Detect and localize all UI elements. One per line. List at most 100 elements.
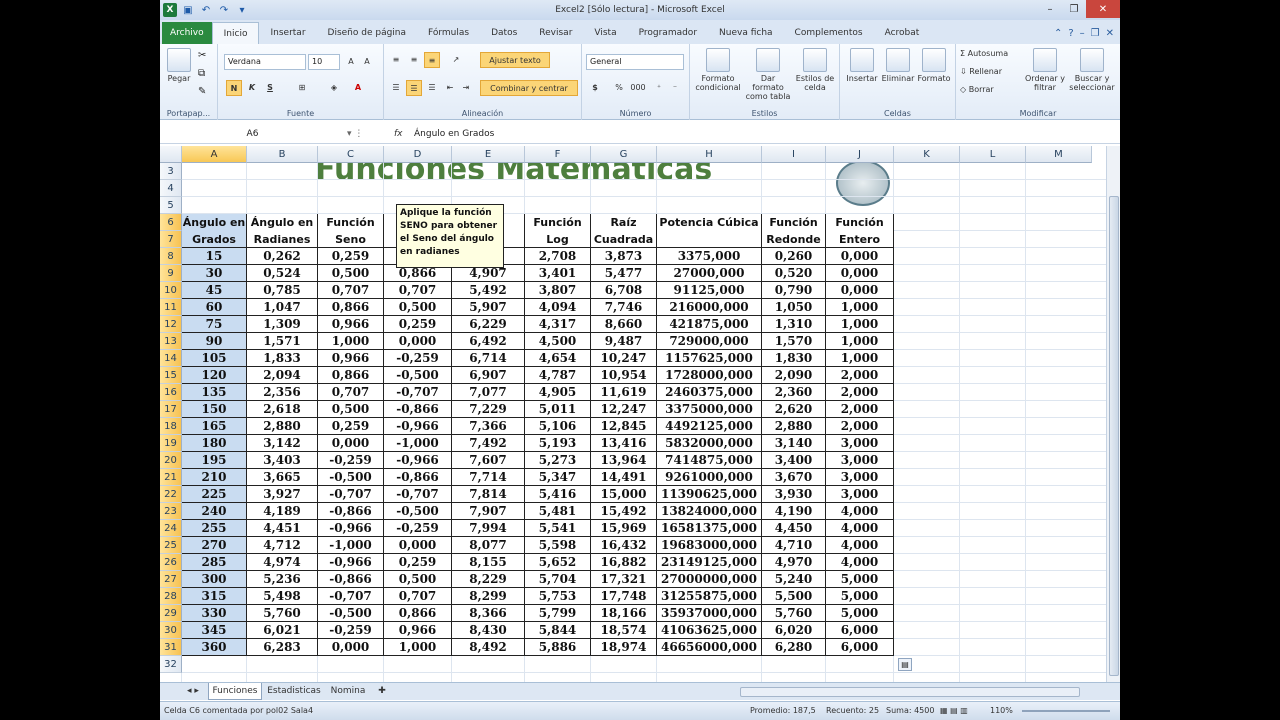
autosum-button[interactable]: Σ Autosuma	[960, 46, 1022, 62]
number-format-select[interactable]: General	[586, 54, 684, 70]
table-cell[interactable]: 1,000	[826, 333, 894, 350]
row-header[interactable]: 18	[160, 418, 182, 435]
table-cell[interactable]: 0,500	[318, 401, 384, 418]
table-cell[interactable]: 4,190	[762, 503, 826, 520]
table-cell[interactable]: 5,193	[525, 435, 591, 452]
align-middle-icon[interactable]: ≡	[406, 52, 422, 68]
table-cell[interactable]: 4,450	[762, 520, 826, 537]
column-header-a[interactable]: A	[182, 146, 247, 163]
table-cell[interactable]: 0,000	[318, 435, 384, 452]
table-cell[interactable]: 4,905	[525, 384, 591, 401]
table-cell[interactable]: 3,927	[247, 486, 318, 503]
row-header[interactable]: 29	[160, 605, 182, 622]
table-cell[interactable]: 13,416	[591, 435, 657, 452]
help-icon[interactable]: ?	[1068, 28, 1073, 39]
restore-icon[interactable]: ❐	[1062, 0, 1086, 18]
table-cell[interactable]: 2,620	[762, 401, 826, 418]
save-icon[interactable]: ▣	[181, 3, 195, 17]
table-cell[interactable]: 0,866	[318, 367, 384, 384]
table-cell[interactable]: 5,907	[452, 299, 525, 316]
table-cell[interactable]: 0,259	[318, 248, 384, 265]
table-cell[interactable]: 4,000	[826, 537, 894, 554]
table-cell[interactable]: -0,259	[318, 452, 384, 469]
table-cell[interactable]: 210	[182, 469, 247, 486]
table-cell[interactable]: 5,236	[247, 571, 318, 588]
table-cell[interactable]: 6,283	[247, 639, 318, 656]
table-cell[interactable]: 2,000	[826, 367, 894, 384]
tab-formulas[interactable]: Fórmulas	[417, 22, 480, 44]
table-cell[interactable]: 0,520	[762, 265, 826, 282]
select-all-corner[interactable]	[160, 146, 182, 163]
tab-insertar[interactable]: Insertar	[259, 22, 316, 44]
name-box[interactable]: A6	[160, 126, 345, 142]
row-header[interactable]: 15	[160, 367, 182, 384]
table-cell[interactable]: -0,966	[318, 520, 384, 537]
undo-icon[interactable]: ↶	[199, 3, 213, 17]
font-size-select[interactable]: 10	[308, 54, 340, 70]
window-minimize-icon[interactable]: –	[1080, 28, 1085, 39]
table-cell[interactable]: 6,492	[452, 333, 525, 350]
table-header-cell[interactable]: Función Redonde	[762, 214, 826, 248]
cut-icon[interactable]: ✂	[198, 50, 206, 61]
table-cell[interactable]: 7,994	[452, 520, 525, 537]
table-cell[interactable]: 3375,000	[657, 248, 762, 265]
cell-styles-button[interactable]: Estilos de celda	[794, 48, 836, 92]
table-cell[interactable]: 1,571	[247, 333, 318, 350]
table-cell[interactable]: 216000,000	[657, 299, 762, 316]
format-cells-button[interactable]: Formato	[916, 48, 952, 83]
tab-acrobat[interactable]: Acrobat	[874, 22, 931, 44]
borders-icon[interactable]: ⊞	[292, 80, 312, 96]
table-cell[interactable]: 3,873	[591, 248, 657, 265]
increase-indent-icon[interactable]: ⇥	[458, 80, 474, 96]
table-cell[interactable]: 0,707	[384, 588, 452, 605]
table-header-cell[interactable]: Función Seno	[318, 214, 384, 248]
table-cell[interactable]: 7,229	[452, 401, 525, 418]
table-cell[interactable]: -0,966	[384, 418, 452, 435]
thousands-button[interactable]: 000	[628, 80, 648, 96]
table-cell[interactable]: 1,309	[247, 316, 318, 333]
table-cell[interactable]: -0,259	[384, 350, 452, 367]
delete-cells-button[interactable]: Eliminar	[880, 48, 916, 83]
cond-format-button[interactable]: Formato condicional	[694, 48, 742, 92]
table-cell[interactable]: 240	[182, 503, 247, 520]
table-cell[interactable]: 0,707	[318, 384, 384, 401]
column-header-m[interactable]: M	[1026, 146, 1092, 163]
align-left-icon[interactable]: ☰	[388, 80, 404, 96]
table-cell[interactable]: 360	[182, 639, 247, 656]
table-cell[interactable]: 8,492	[452, 639, 525, 656]
table-cell[interactable]: 5,598	[525, 537, 591, 554]
table-cell[interactable]: -0,259	[384, 520, 452, 537]
table-cell[interactable]: -0,500	[318, 605, 384, 622]
table-cell[interactable]: -0,866	[384, 401, 452, 418]
new-sheet-icon[interactable]: ✚	[372, 683, 392, 700]
table-cell[interactable]: 5,011	[525, 401, 591, 418]
sheet-tab-nomina[interactable]: Nomina	[326, 683, 370, 700]
tab-revisar[interactable]: Revisar	[528, 22, 583, 44]
row-header[interactable]: 21	[160, 469, 182, 486]
sort-filter-button[interactable]: Ordenar y filtrar	[1024, 48, 1066, 92]
table-cell[interactable]: 3375000,000	[657, 401, 762, 418]
table-cell[interactable]: 6,020	[762, 622, 826, 639]
sheet-nav-icon[interactable]: ◂ ▸	[180, 683, 206, 700]
table-cell[interactable]: 0,785	[247, 282, 318, 299]
table-cell[interactable]: -0,259	[318, 622, 384, 639]
table-cell[interactable]: 5,704	[525, 571, 591, 588]
table-cell[interactable]: 2460375,000	[657, 384, 762, 401]
table-cell[interactable]: 17,748	[591, 588, 657, 605]
tab-nueva-ficha[interactable]: Nueva ficha	[708, 22, 784, 44]
table-cell[interactable]: 2,094	[247, 367, 318, 384]
table-cell[interactable]: 4,189	[247, 503, 318, 520]
row-header[interactable]: 24	[160, 520, 182, 537]
table-cell[interactable]: 6,907	[452, 367, 525, 384]
table-cell[interactable]: 1,310	[762, 316, 826, 333]
table-cell[interactable]: 4,317	[525, 316, 591, 333]
table-cell[interactable]: 2,000	[826, 401, 894, 418]
table-cell[interactable]: 3,000	[826, 486, 894, 503]
table-cell[interactable]: -0,966	[318, 554, 384, 571]
table-cell[interactable]: -1,000	[384, 435, 452, 452]
decrease-decimal-icon[interactable]: ⁻	[668, 80, 682, 96]
table-cell[interactable]: 0,500	[384, 299, 452, 316]
table-cell[interactable]: 7,814	[452, 486, 525, 503]
table-cell[interactable]: 5,000	[826, 588, 894, 605]
merge-center-button[interactable]: Combinar y centrar	[480, 80, 578, 96]
